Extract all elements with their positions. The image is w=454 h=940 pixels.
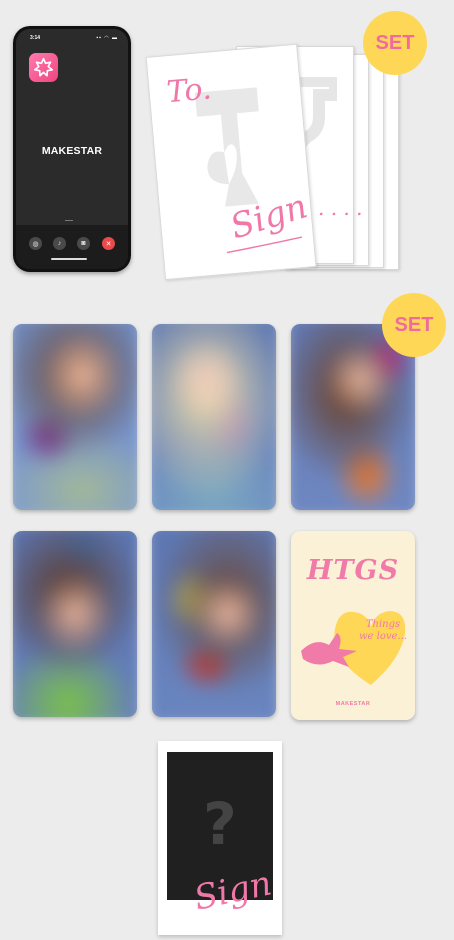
question-mark: ? — [203, 790, 237, 858]
star-burst-icon — [33, 57, 54, 77]
divider — [65, 220, 73, 221]
photocard-4 — [13, 531, 137, 717]
htgs-card: HTGS Things we love... MAKESTAR — [291, 531, 415, 720]
status-time: 3:14 — [30, 35, 41, 41]
mic-icon[interactable]: ♪ — [53, 237, 66, 250]
photocard-1 — [13, 324, 137, 510]
set-badge: SET — [363, 11, 427, 75]
camera-icon[interactable]: ◙ — [77, 237, 90, 250]
polaroid-card: ? Sign — [158, 741, 282, 935]
to-text: To. — [165, 71, 213, 111]
heart-dove-icon — [301, 611, 406, 685]
heart-text: Things we love... — [359, 619, 407, 642]
set-badge-photocards: SET — [382, 293, 446, 357]
sign-card-front: To. Sign — [145, 43, 317, 281]
htgs-title: HTGS — [306, 555, 400, 586]
speaker-icon[interactable]: ◍ — [29, 237, 42, 250]
photocard-5 — [152, 531, 276, 717]
htgs-brand: MAKESTAR — [335, 701, 371, 707]
phone-brand-text: MAKESTAR — [41, 145, 103, 157]
home-indicator — [51, 258, 87, 260]
phone-screen: 3:14 ▪▪ ◠ ▬ MAKESTAR — [16, 29, 128, 269]
phone-mockup: 3:14 ▪▪ ◠ ▬ MAKESTAR ◍ ♪ ◙ ✕ — [13, 26, 131, 272]
app-icon — [29, 53, 58, 82]
end-call-icon[interactable]: ✕ — [102, 237, 115, 250]
continuation-dots: . . . . — [318, 196, 363, 220]
photocard-2 — [152, 324, 276, 510]
status-icons: ▪▪ ◠ ▬ — [96, 35, 118, 41]
